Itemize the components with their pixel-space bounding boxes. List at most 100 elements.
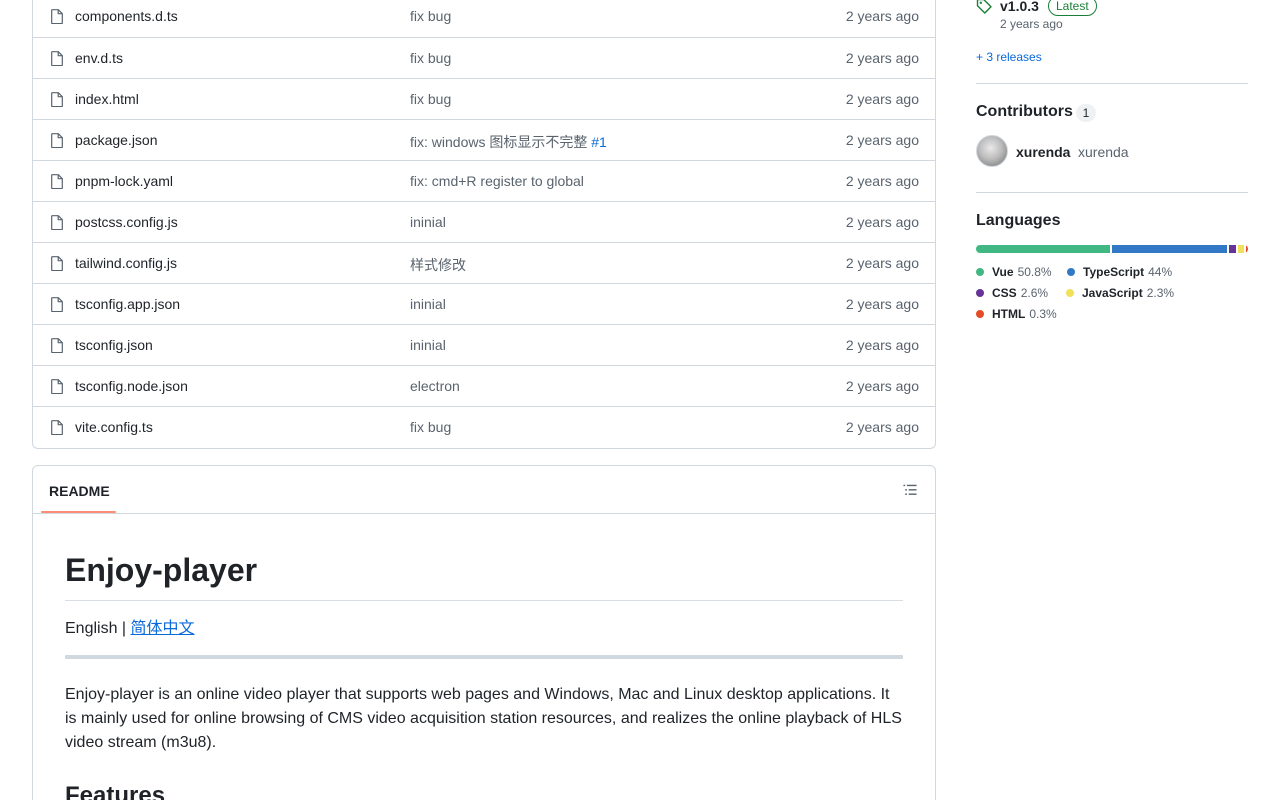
commit-message-link[interactable]: ininial: [410, 296, 446, 312]
file-row[interactable]: postcss.config.js ininial 2 years ago: [33, 201, 935, 242]
language-bar-segment: [1246, 245, 1248, 253]
outline-list-icon[interactable]: [903, 483, 917, 497]
commit-message-text[interactable]: fix bug: [410, 50, 451, 66]
release-version-link[interactable]: v1.0.3: [1000, 0, 1039, 14]
file-icon: [51, 92, 63, 107]
file-icon: [51, 174, 63, 189]
file-icon: [51, 297, 63, 312]
language-color-dot: [1067, 268, 1075, 276]
file-name-link[interactable]: package.json: [75, 132, 158, 148]
sidebar-divider: [976, 192, 1248, 193]
commit-message-text[interactable]: fix bug: [410, 91, 451, 107]
file-row[interactable]: tailwind.config.js 样式修改 2 years ago: [33, 242, 935, 283]
commit-message-text[interactable]: 样式修改: [410, 257, 466, 273]
file-name-link[interactable]: env.d.ts: [75, 50, 123, 66]
commit-time: 2 years ago: [845, 214, 919, 230]
file-row[interactable]: tsconfig.node.json electron 2 years ago: [33, 365, 935, 406]
contributors-title[interactable]: Contributors: [976, 103, 1073, 121]
readme-description: Enjoy-player is an online video player t…: [65, 686, 902, 751]
language-bar-segment: [1237, 245, 1245, 253]
file-name-link[interactable]: tsconfig.json: [75, 337, 153, 353]
commit-message-text[interactable]: fix bug: [410, 419, 451, 435]
readme-title: Enjoy-player: [65, 550, 903, 601]
commit-message-text[interactable]: ininial: [410, 337, 446, 353]
language-color-dot: [976, 289, 984, 297]
commit-message-text[interactable]: ininial: [410, 296, 446, 312]
commit-time: 2 years ago: [845, 378, 919, 394]
language-name: Vue: [992, 265, 1014, 279]
lang-english-label: English |: [65, 620, 131, 637]
file-icon: [51, 256, 63, 271]
readme-body: Enjoy-player English | 简体中文 Enjoy-player…: [33, 550, 935, 800]
file-row[interactable]: package.json fix: windows 图标显示不完整 #1 2 yea…: [33, 119, 935, 160]
commit-message-text[interactable]: ininial: [410, 214, 446, 230]
lang-chinese-link[interactable]: 简体中文: [131, 620, 195, 637]
language-item[interactable]: HTML 0.3%: [976, 307, 1057, 321]
commit-message-link[interactable]: ininial: [410, 214, 446, 230]
contributor-login-link[interactable]: xurenda: [1016, 144, 1070, 160]
file-row[interactable]: components.d.ts fix bug 2 years ago: [33, 0, 935, 37]
language-item[interactable]: Vue 50.8%: [976, 265, 1052, 279]
commit-message-text[interactable]: fix: cmd+R register to global: [410, 173, 584, 189]
file-name-link[interactable]: components.d.ts: [75, 8, 178, 24]
language-name: CSS: [992, 286, 1017, 300]
contributor-name: xurenda: [1078, 144, 1129, 160]
commit-time: 2 years ago: [845, 132, 919, 148]
commit-message-link[interactable]: ininial: [410, 337, 446, 353]
language-color-dot: [976, 268, 984, 276]
language-item[interactable]: CSS 2.6%: [976, 286, 1048, 300]
file-name-link[interactable]: postcss.config.js: [75, 214, 178, 230]
issue-link[interactable]: #1: [591, 134, 607, 150]
commit-message-link[interactable]: fix bug: [410, 50, 451, 66]
file-row[interactable]: tsconfig.app.json ininial 2 years ago: [33, 283, 935, 324]
commit-message-link[interactable]: 样式修改: [410, 255, 466, 275]
file-icon: [51, 215, 63, 230]
file-icon: [51, 379, 63, 394]
commit-message-link[interactable]: fix bug: [410, 91, 451, 107]
release-time: 2 years ago: [1000, 17, 1063, 31]
commit-message-text[interactable]: fix bug: [410, 8, 451, 24]
commit-time: 2 years ago: [845, 50, 919, 66]
file-icon: [51, 133, 63, 148]
language-name: JavaScript: [1082, 286, 1143, 300]
file-name-link[interactable]: tsconfig.app.json: [75, 296, 180, 312]
readme-tab[interactable]: README: [41, 466, 118, 514]
commit-time: 2 years ago: [845, 337, 919, 353]
file-icon: [51, 338, 63, 353]
language-color-dot: [976, 310, 984, 318]
file-row[interactable]: pnpm-lock.yaml fix: cmd+R register to glo…: [33, 160, 935, 201]
file-name-link[interactable]: index.html: [75, 91, 139, 107]
file-name-link[interactable]: tailwind.config.js: [75, 255, 177, 271]
commit-message-link[interactable]: fix bug: [410, 8, 451, 24]
readme-divider: [65, 655, 903, 659]
file-row[interactable]: index.html fix bug 2 years ago: [33, 78, 935, 119]
commit-time: 2 years ago: [845, 173, 919, 189]
language-item[interactable]: JavaScript 2.3%: [1066, 286, 1174, 300]
file-name-link[interactable]: vite.config.ts: [75, 419, 153, 435]
contributor-avatar[interactable]: [976, 135, 1008, 167]
tag-icon: [976, 0, 992, 14]
file-name-link[interactable]: tsconfig.node.json: [75, 378, 188, 394]
commit-message-link[interactable]: fix bug: [410, 419, 451, 435]
language-percent: 0.3%: [1029, 307, 1057, 321]
file-row[interactable]: vite.config.ts fix bug 2 years ago: [33, 406, 935, 447]
commit-message-link[interactable]: fix: cmd+R register to global: [410, 173, 584, 189]
file-row[interactable]: env.d.ts fix bug 2 years ago: [33, 37, 935, 78]
commit-message-text[interactable]: electron: [410, 378, 460, 394]
commit-message-text[interactable]: fix: windows 图标显示不完整: [410, 134, 587, 150]
file-row[interactable]: tsconfig.json ininial 2 years ago: [33, 324, 935, 365]
language-percent: 44%: [1148, 265, 1173, 279]
commit-time: 2 years ago: [845, 8, 919, 24]
language-name: TypeScript: [1083, 265, 1145, 279]
contributors-count-badge: 1: [1076, 104, 1096, 122]
languages-title: Languages: [976, 212, 1061, 229]
commit-time: 2 years ago: [845, 419, 919, 435]
commit-message-link[interactable]: electron: [410, 378, 460, 394]
latest-badge: Latest: [1048, 0, 1097, 16]
more-releases-link[interactable]: + 3 releases: [976, 50, 1042, 64]
language-item[interactable]: TypeScript 44%: [1067, 265, 1172, 279]
file-icon: [51, 9, 63, 24]
file-name-link[interactable]: pnpm-lock.yaml: [75, 173, 173, 189]
language-percent: 50.8%: [1017, 265, 1052, 279]
commit-message-link[interactable]: fix: windows 图标显示不完整 #1: [410, 132, 607, 152]
